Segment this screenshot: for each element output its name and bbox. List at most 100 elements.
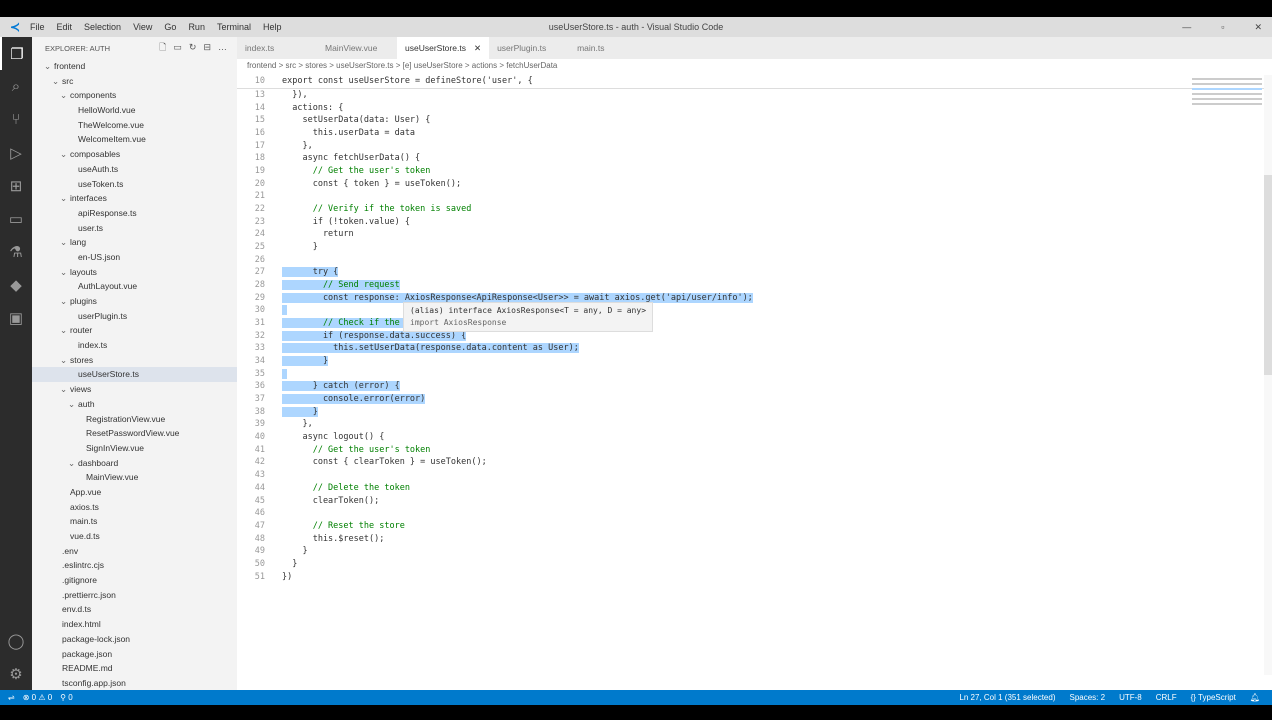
tab-main-ts[interactable]: main.ts (569, 37, 649, 59)
notifications-icon[interactable]: 🔔︎ (1250, 693, 1260, 702)
file-item[interactable]: .gitignore (32, 573, 237, 588)
errors-count[interactable]: ⊗ 0 ⚠ 0 (23, 693, 52, 702)
remote-indicator-icon[interactable]: ⇌ (8, 693, 15, 702)
remote-explorer-icon[interactable]: ▭ (0, 202, 32, 235)
file-item[interactable]: RegistrationView.vue (32, 412, 237, 427)
file-item[interactable]: env.d.ts (32, 602, 237, 617)
testing-icon[interactable]: ⚗ (0, 235, 32, 268)
file-item[interactable]: package-lock.json (32, 632, 237, 647)
file-item[interactable]: vue.d.ts (32, 529, 237, 544)
file-item[interactable]: user.ts (32, 221, 237, 236)
activity-bar: ❐ ⌕ ⑂ ▷ ⊞ ▭ ⚗ ◆ ▣ ◯ ⚙ (0, 37, 32, 690)
file-item[interactable]: MainView.vue (32, 470, 237, 485)
tree-item-label: .eslintrc.cjs (62, 560, 105, 571)
file-item[interactable]: .prettierrc.json (32, 588, 237, 603)
file-item[interactable]: ResetPasswordView.vue (32, 426, 237, 441)
encoding[interactable]: UTF-8 (1119, 693, 1142, 702)
file-item[interactable]: en-US.json (32, 250, 237, 265)
file-item[interactable]: HelloWorld.vue (32, 103, 237, 118)
run-debug-icon[interactable]: ▷ (0, 136, 32, 169)
collapse-all-icon[interactable]: ⊟ (203, 42, 211, 52)
tree-item-label: useUserStore.ts (78, 369, 139, 380)
new-folder-icon[interactable]: ▭ (173, 42, 182, 52)
tab-userplugin-ts[interactable]: userPlugin.ts (489, 37, 569, 59)
folder-item[interactable]: ⌄ components (32, 88, 237, 103)
extensions-icon[interactable]: ⊞ (0, 169, 32, 202)
file-item[interactable]: apiResponse.ts (32, 206, 237, 221)
hover-signature: (alias) interface AxiosResponse<T = any,… (410, 306, 647, 315)
file-item[interactable]: .eslintrc.cjs (32, 558, 237, 573)
menu-item-file[interactable]: File (30, 22, 45, 32)
menu-item-terminal[interactable]: Terminal (217, 22, 251, 32)
code-text: } (282, 356, 329, 367)
vertical-scrollbar[interactable] (1264, 75, 1272, 675)
folder-item[interactable]: ⌄ stores (32, 353, 237, 368)
file-item[interactable]: useUserStore.ts (32, 367, 237, 383)
file-item[interactable]: useToken.ts (32, 177, 237, 192)
search-icon[interactable]: ⌕ (0, 70, 32, 103)
file-item[interactable]: .env (32, 544, 237, 559)
line-number: 42 (254, 457, 265, 468)
file-item[interactable]: tsconfig.app.json (32, 676, 237, 690)
code-area[interactable]: 10 export const useUserStore = defineStor… (237, 75, 1272, 583)
file-item[interactable]: README.md (32, 661, 237, 676)
folder-item[interactable]: ⌄ layouts (32, 265, 237, 280)
file-item[interactable]: main.ts (32, 514, 237, 529)
account-icon[interactable]: ◯ (0, 624, 32, 657)
folder-item[interactable]: ⌄ composables (32, 147, 237, 162)
folder-item[interactable]: ⌄ auth (32, 397, 237, 412)
tab-useuserstore-ts[interactable]: useUserStore.ts ✕ (397, 37, 490, 59)
docker-icon[interactable]: ◆ (0, 268, 32, 301)
line-number: 34 (254, 356, 265, 367)
file-item[interactable]: index.ts (32, 338, 237, 353)
close-window-button[interactable]: ✕ (1254, 22, 1262, 33)
menu-item-selection[interactable]: Selection (84, 22, 121, 32)
line-number: 41 (254, 444, 265, 455)
tab-mainview-vue[interactable]: MainView.vue (317, 37, 397, 59)
line-ending[interactable]: CRLF (1156, 693, 1177, 702)
chevron-down-icon: ⌄ (60, 149, 68, 160)
file-item[interactable]: WelcomeItem.vue (32, 132, 237, 147)
maximize-button[interactable]: ▫ (1221, 22, 1224, 33)
explorer-icon[interactable]: ❐ (0, 37, 32, 70)
file-item[interactable]: AuthLayout.vue (32, 279, 237, 294)
file-item[interactable]: App.vue (32, 485, 237, 500)
menu-item-run[interactable]: Run (188, 22, 205, 32)
file-item[interactable]: TheWelcome.vue (32, 118, 237, 133)
code-text: const { clearToken } = useToken(); (282, 457, 487, 468)
indentation[interactable]: Spaces: 2 (1069, 693, 1105, 702)
folder-item[interactable]: ⌄ router (32, 323, 237, 338)
close-tab-icon[interactable]: ✕ (474, 43, 481, 54)
folder-item[interactable]: ⌄ views (32, 382, 237, 397)
menu-item-help[interactable]: Help (263, 22, 282, 32)
language-mode[interactable]: {} TypeScript (1191, 693, 1236, 702)
cursor-position[interactable]: Ln 27, Col 1 (351 selected) (959, 693, 1055, 702)
folder-item[interactable]: ⌄ plugins (32, 294, 237, 309)
file-item[interactable]: useAuth.ts (32, 162, 237, 177)
settings-gear-icon[interactable]: ⚙ (0, 657, 32, 690)
tab-index-ts[interactable]: index.ts (237, 37, 317, 59)
file-item[interactable]: axios.ts (32, 500, 237, 515)
menu-item-view[interactable]: View (133, 22, 152, 32)
terminal-panel-icon[interactable]: ▣ (0, 301, 32, 334)
minimap[interactable] (1192, 75, 1262, 155)
minimize-button[interactable]: — (1182, 22, 1191, 33)
file-item[interactable]: SignInView.vue (32, 441, 237, 456)
folder-item[interactable]: ⌄ frontend (32, 59, 237, 74)
menu-item-edit[interactable]: Edit (57, 22, 73, 32)
refresh-icon[interactable]: ↻ (189, 42, 197, 52)
file-item[interactable]: index.html (32, 617, 237, 632)
source-control-icon[interactable]: ⑂ (0, 103, 32, 136)
editor: index.ts MainView.vue useUserStore.ts ✕ user… (237, 37, 1272, 690)
folder-item[interactable]: ⌄ interfaces (32, 191, 237, 206)
folder-item[interactable]: ⌄ dashboard (32, 456, 237, 471)
ports-count[interactable]: ⚲ 0 (60, 693, 73, 702)
folder-item[interactable]: ⌄ src (32, 74, 237, 89)
menu-item-go[interactable]: Go (164, 22, 176, 32)
breadcrumb[interactable]: frontend > src > stores > useUserStore.t… (237, 59, 1272, 73)
file-item[interactable]: userPlugin.ts (32, 309, 237, 324)
folder-item[interactable]: ⌄ lang (32, 235, 237, 250)
file-item[interactable]: package.json (32, 647, 237, 662)
new-file-icon[interactable]: 🗋 (159, 42, 166, 52)
more-actions-icon[interactable]: … (218, 42, 227, 52)
